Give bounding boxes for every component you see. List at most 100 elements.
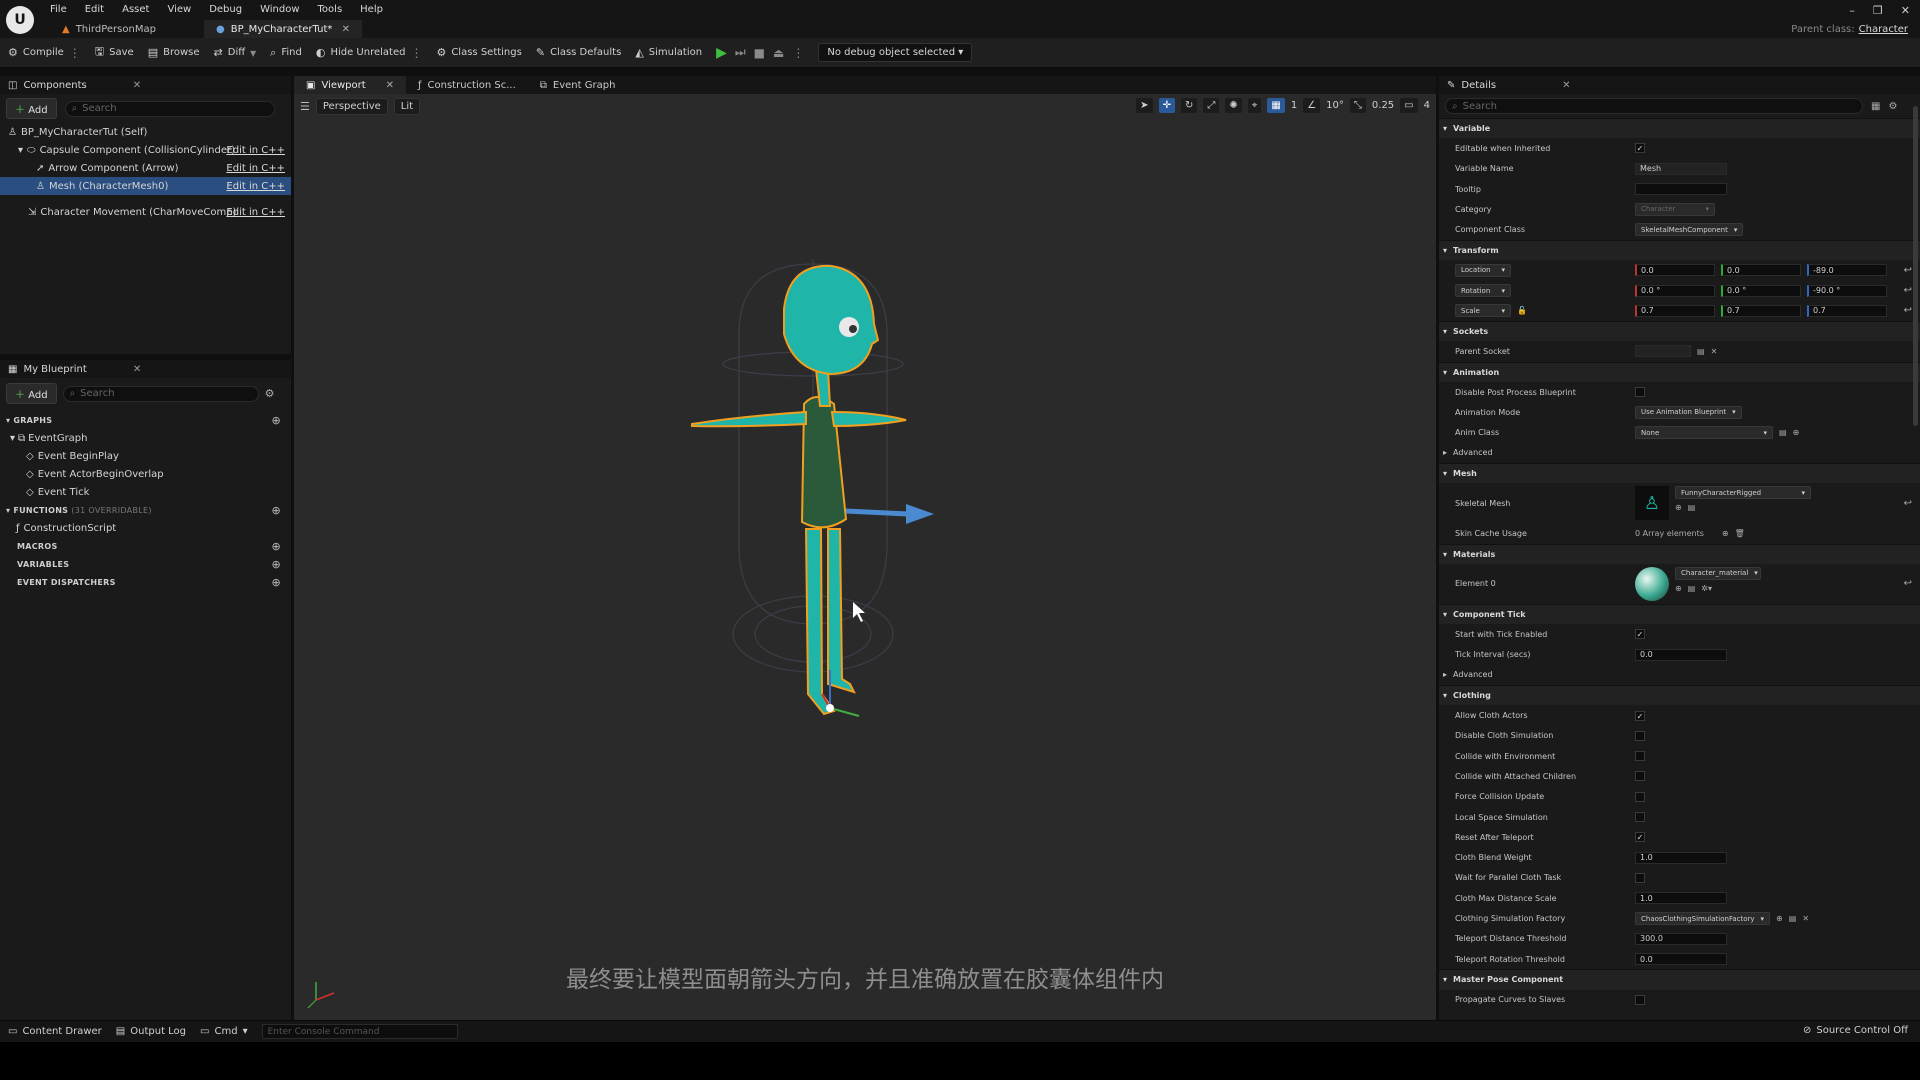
reset-arrow-icon[interactable]: ↩	[1904, 285, 1912, 296]
clothing-factory-dropdown[interactable]: ChaosClothingSimulationFactory ▾	[1635, 912, 1771, 926]
variable-name-field[interactable]: Mesh	[1635, 162, 1727, 175]
propagate-curves-checkbox[interactable]	[1635, 994, 1645, 1005]
reset-arrow-icon[interactable]: ↩	[1904, 305, 1912, 316]
details-scrollbar[interactable]	[1913, 106, 1918, 426]
section-clothing[interactable]: ▾ Clothing	[1439, 685, 1920, 706]
animation-mode-dropdown[interactable]: Use Animation Blueprint ▾	[1635, 405, 1742, 419]
event-begin-play[interactable]: ◇ Event BeginPlay	[0, 447, 291, 465]
add-circle-icon[interactable]: ⊕	[271, 414, 281, 427]
section-component-tick[interactable]: ▾ Component Tick	[1439, 603, 1920, 625]
section-variable[interactable]: ▾ Variable	[1439, 118, 1920, 139]
edit-in-cpp-link[interactable]: Edit in C++	[226, 145, 285, 156]
lock-icon[interactable]: 🔓	[1517, 306, 1527, 315]
event-actor-begin-overlap[interactable]: ◇ Event ActorBeginOverlap	[0, 465, 291, 483]
add-circle-icon[interactable]: ⊕	[271, 504, 281, 517]
material-dropdown[interactable]: Character_material ▾	[1675, 566, 1761, 580]
function-construction-script[interactable]: ƒ ConstructionScript	[0, 519, 291, 537]
edit-in-cpp-link[interactable]: Edit in C++	[226, 207, 285, 218]
more-icon[interactable]: ⋮	[410, 46, 422, 60]
teleport-rotation-field[interactable]: 0.0	[1635, 953, 1727, 966]
tree-item-capsule[interactable]: ▾ ⬭ Capsule Component (CollisionCylinder) …	[0, 141, 291, 159]
scale-z-field[interactable]: 0.7	[1807, 304, 1887, 317]
console-input[interactable]: Enter Console Command	[261, 1024, 458, 1039]
save-button[interactable]: 🖫 Save	[95, 43, 134, 62]
local-space-checkbox[interactable]	[1635, 812, 1645, 823]
section-transform[interactable]: ▾ Transform	[1439, 239, 1920, 261]
browse-icon[interactable]: ▤	[1697, 347, 1705, 356]
diff-button[interactable]: ⇄ Diff ▾	[214, 46, 257, 60]
viewport[interactable]: ☰ Perspective Lit ➤ ✛ ↻ ⤢ ✺ ⌖ ▦ 1 ∠ 10° …	[294, 94, 1436, 1020]
cmd-dropdown[interactable]: ▭ Cmd ▾	[200, 1026, 248, 1037]
material-thumbnail[interactable]	[1635, 566, 1669, 601]
editable-inherited-checkbox[interactable]: ✓	[1635, 143, 1645, 154]
my-blueprint-tab[interactable]: ▦ My Blueprint ✕	[0, 360, 291, 378]
clear-icon[interactable]: ✕	[1711, 347, 1718, 356]
skeletal-mesh-dropdown[interactable]: FunnyCharacterRigged ▾	[1675, 486, 1811, 500]
reset-arrow-icon[interactable]: ↩	[1904, 578, 1912, 589]
close-icon[interactable]: ✕	[342, 24, 350, 35]
reset-teleport-checkbox[interactable]: ✓	[1635, 832, 1645, 843]
force-collision-checkbox[interactable]	[1635, 791, 1645, 802]
hide-unrelated-button[interactable]: ◐ Hide Unrelated ⋮	[316, 46, 423, 60]
rotation-y-field[interactable]: 0.0 °	[1721, 284, 1801, 297]
tooltip-field[interactable]	[1635, 183, 1727, 196]
edit-in-cpp-link[interactable]: Edit in C++	[226, 181, 285, 192]
anim-class-dropdown[interactable]: None ▾	[1635, 426, 1773, 440]
location-x-field[interactable]: 0.0	[1635, 264, 1715, 277]
gear-icon[interactable]: ⚙	[265, 387, 275, 400]
section-sockets[interactable]: ▾ Sockets	[1439, 320, 1920, 342]
teleport-distance-field[interactable]: 300.0	[1635, 932, 1727, 945]
section-mesh[interactable]: ▾ Mesh	[1439, 463, 1920, 484]
menu-edit[interactable]: Edit	[85, 4, 104, 15]
parent-class-link[interactable]: Character	[1859, 24, 1908, 35]
browse-button[interactable]: ▤ Browse	[148, 46, 200, 59]
clear-icon[interactable]: ✕	[1802, 914, 1809, 923]
doc-tab-map[interactable]: ▲ ThirdPersonMap	[50, 20, 168, 38]
tab-construction-script[interactable]: ƒ Construction Sc...	[406, 76, 528, 94]
cloth-max-distance-field[interactable]: 1.0	[1635, 892, 1727, 905]
edit-in-cpp-link[interactable]: Edit in C++	[226, 163, 285, 174]
simulation-button[interactable]: ◭ Simulation	[635, 46, 702, 59]
rotation-z-field[interactable]: -90.0 °	[1807, 284, 1887, 297]
close-window-icon[interactable]: ✕	[1901, 4, 1910, 17]
category-dropdown[interactable]: Character ▾	[1635, 202, 1715, 216]
reset-arrow-icon[interactable]: ↩	[1904, 498, 1912, 509]
components-tab[interactable]: ◫ Components ✕	[0, 76, 291, 94]
restore-icon[interactable]: ❐	[1873, 4, 1883, 17]
section-master-pose[interactable]: ▾ Master Pose Component	[1439, 969, 1920, 990]
reset-arrow-icon[interactable]: ↩	[1904, 265, 1912, 276]
browse-icon[interactable]: ▤	[1789, 914, 1797, 923]
skeletal-mesh-thumbnail[interactable]: ♙	[1635, 486, 1669, 521]
add-circle-icon[interactable]: ⊕	[271, 540, 281, 553]
menu-help[interactable]: Help	[360, 4, 383, 15]
event-tick[interactable]: ◇ Event Tick	[0, 483, 291, 501]
browse-icon[interactable]: ▤	[1779, 428, 1787, 437]
play-icon[interactable]: ▶	[716, 45, 727, 61]
add-circle-icon[interactable]: ⊕	[271, 576, 281, 589]
tab-event-graph[interactable]: ⧉ Event Graph	[528, 76, 628, 94]
browse-icon[interactable]: ▤	[1688, 584, 1696, 593]
stop-icon[interactable]: ■	[754, 46, 765, 60]
parent-socket-field[interactable]	[1635, 345, 1691, 358]
use-selected-icon[interactable]: ⊕	[1793, 428, 1800, 437]
tab-viewport[interactable]: ▣ Viewport ✕	[294, 76, 406, 94]
row-tick-advanced[interactable]: ▸ Advanced	[1439, 665, 1920, 685]
step-icon[interactable]: ⏭	[735, 45, 746, 60]
add-member-button[interactable]: ＋ Add	[6, 383, 57, 404]
table-view-icon[interactable]: ▦	[1871, 101, 1880, 112]
disable-post-process-checkbox[interactable]	[1635, 387, 1645, 397]
class-defaults-button[interactable]: ✎ Class Defaults	[536, 46, 621, 59]
tree-item-arrow[interactable]: ➚ Arrow Component (Arrow) Edit in C++	[0, 159, 291, 177]
blueprint-search[interactable]: ⌕ Search	[62, 385, 259, 402]
chevron-down-icon[interactable]: ▾	[18, 145, 23, 156]
tree-item-mesh[interactable]: ♙ Mesh (CharacterMesh0) Edit in C++	[0, 177, 291, 195]
category-event-dispatchers[interactable]: EVENT DISPATCHERS ⊕	[0, 573, 291, 591]
unreal-logo-icon[interactable]: U	[6, 6, 34, 34]
close-icon[interactable]: ✕	[1562, 80, 1570, 91]
add-component-button[interactable]: ＋ Add	[6, 98, 57, 119]
output-log-button[interactable]: ▤ Output Log	[116, 1026, 186, 1037]
more-icon[interactable]: ⋮	[792, 46, 804, 60]
component-class-dropdown[interactable]: SkeletalMeshComponent ▾	[1635, 223, 1744, 237]
doc-tab-blueprint[interactable]: ● BP_MyCharacterTut* ✕	[204, 20, 362, 38]
wait-parallel-checkbox[interactable]	[1635, 872, 1645, 883]
